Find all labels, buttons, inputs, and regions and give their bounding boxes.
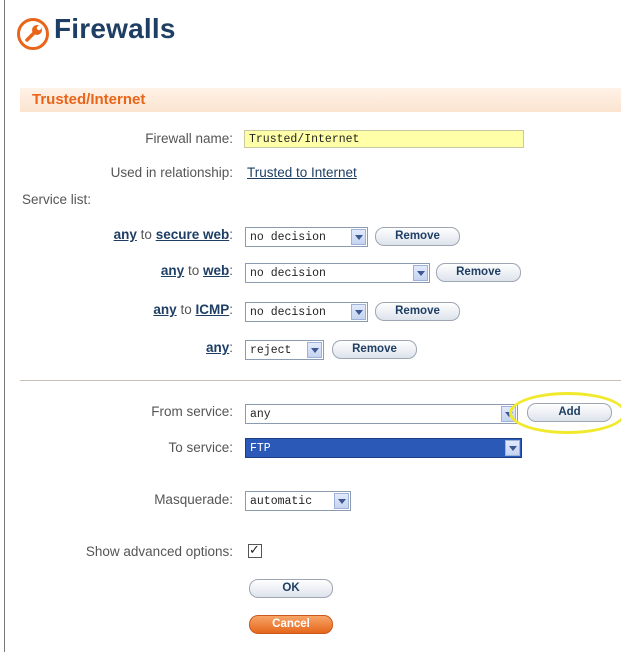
service-from-link[interactable]: any	[161, 263, 184, 278]
to-service-select[interactable]: FTP	[245, 438, 522, 458]
cancel-button[interactable]: Cancel	[249, 615, 333, 634]
decision-select[interactable]: no decision	[245, 302, 368, 322]
to-service-label: To service:	[168, 440, 233, 455]
firewall-name-input[interactable]: Trusted/Internet	[244, 130, 524, 148]
wrench-icon	[17, 18, 49, 50]
service-row-label: any to ICMP:	[153, 302, 233, 317]
service-row-label: any to secure web:	[113, 227, 233, 242]
decision-select[interactable]: no decision	[245, 263, 430, 283]
chevron-down-icon	[351, 304, 366, 320]
checkmark-icon: ✓	[249, 542, 260, 557]
firewall-name-label: Firewall name:	[145, 131, 233, 146]
chevron-down-icon	[413, 265, 428, 281]
service-list-label: Service list:	[22, 192, 92, 207]
remove-button[interactable]: Remove	[375, 302, 460, 321]
masquerade-label: Masquerade:	[154, 492, 233, 507]
highlight-circle	[509, 392, 621, 434]
page-title: Firewalls	[54, 13, 176, 44]
service-row-label: any:	[205, 340, 233, 355]
masquerade-select[interactable]: automatic	[245, 491, 351, 511]
ok-button[interactable]: OK	[249, 579, 333, 598]
from-service-select[interactable]: any	[245, 404, 518, 424]
service-row-label: any to web:	[160, 263, 233, 278]
remove-button[interactable]: Remove	[332, 340, 417, 359]
service-from-link[interactable]: any	[206, 340, 229, 355]
decision-select[interactable]: reject	[245, 340, 324, 360]
used-in-relationship-label: Used in relationship:	[110, 165, 233, 180]
relationship-link[interactable]: Trusted to Internet	[247, 165, 357, 180]
remove-button[interactable]: Remove	[375, 227, 460, 246]
remove-button[interactable]: Remove	[436, 263, 521, 282]
service-from-link[interactable]: any	[153, 302, 176, 317]
service-from-link[interactable]: any	[114, 227, 137, 242]
service-to-link[interactable]: secure web	[156, 227, 230, 242]
section-divider	[20, 380, 621, 381]
chevron-down-icon	[505, 440, 520, 456]
from-service-label: From service:	[151, 404, 233, 419]
decision-select[interactable]: no decision	[245, 227, 368, 247]
chevron-down-icon	[351, 229, 366, 245]
service-to-link[interactable]: ICMP	[195, 302, 229, 317]
advanced-options-label: Show advanced options:	[85, 544, 233, 559]
chevron-down-icon	[334, 493, 349, 509]
section-title: Trusted/Internet	[32, 91, 146, 108]
service-to-link[interactable]: web	[203, 263, 229, 278]
advanced-options-checkbox[interactable]: ✓	[248, 542, 262, 558]
chevron-down-icon	[307, 342, 322, 358]
